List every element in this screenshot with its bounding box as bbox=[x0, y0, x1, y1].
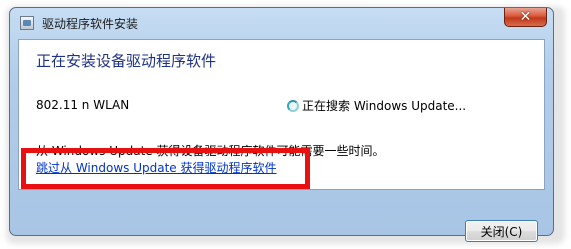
status-text: 正在搜索 Windows Update... bbox=[302, 99, 467, 113]
device-status: 正在搜索 Windows Update... bbox=[287, 97, 466, 114]
close-button[interactable]: 关闭(C) bbox=[465, 220, 538, 242]
highlight-annotation-box bbox=[21, 148, 310, 189]
device-name: 802.11 n WLAN bbox=[36, 98, 130, 112]
dialog-window: 驱动程序软件安装 ✕ 正在安装设备驱动程序软件 802.11 n WLAN 正在… bbox=[9, 7, 554, 242]
window-title: 驱动程序软件安装 bbox=[42, 17, 139, 31]
progress-spinner-icon bbox=[287, 99, 299, 112]
title-bar[interactable]: 驱动程序软件安装 ✕ bbox=[10, 8, 553, 38]
page-heading: 正在安装设备驱动程序软件 bbox=[36, 52, 217, 70]
window-close-button[interactable]: ✕ bbox=[504, 8, 547, 27]
close-icon: ✕ bbox=[519, 9, 532, 25]
driver-install-icon bbox=[20, 16, 34, 30]
